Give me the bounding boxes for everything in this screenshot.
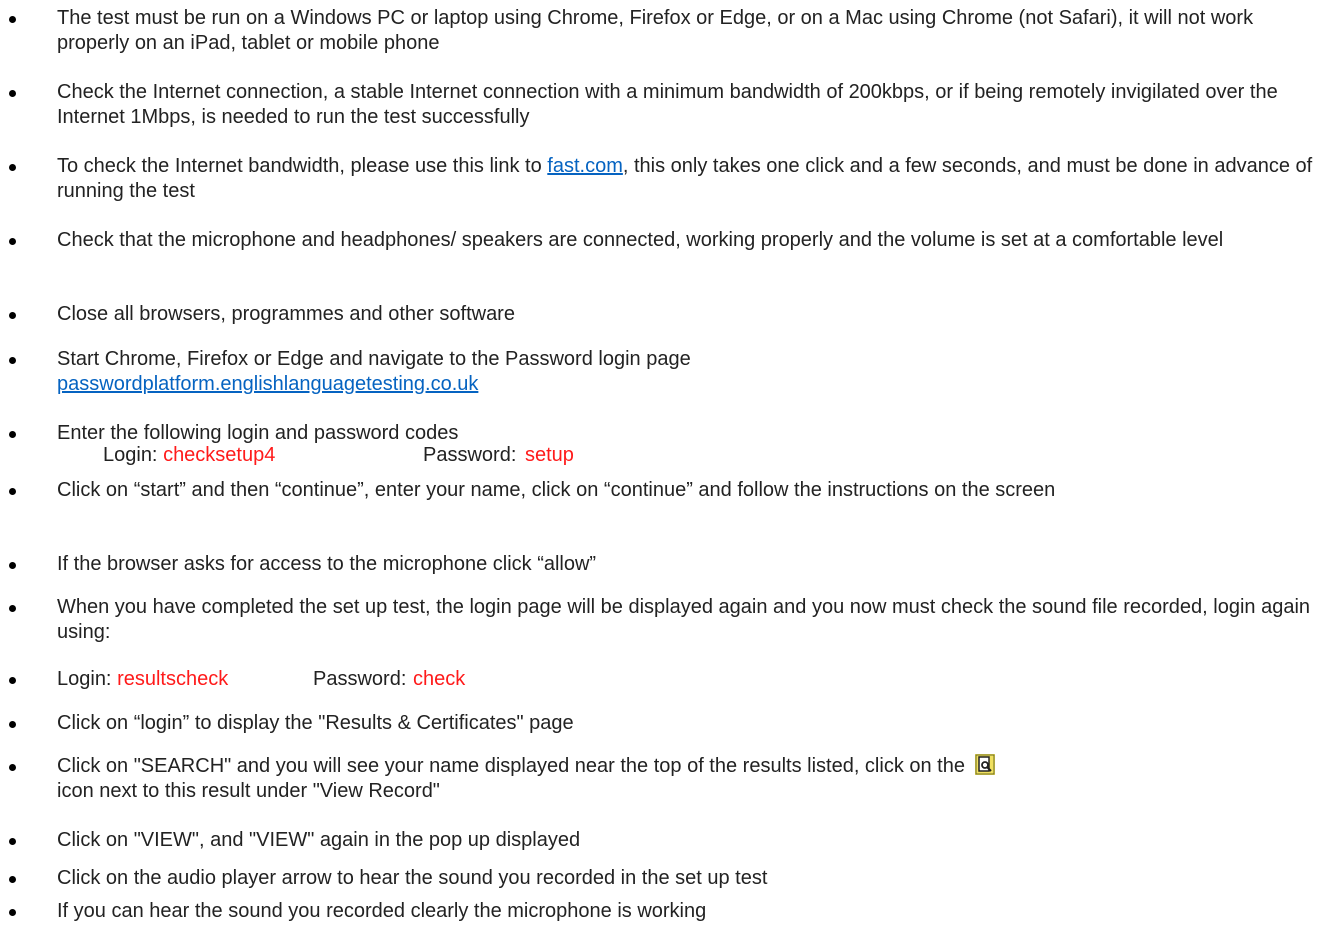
password-label: Password: bbox=[313, 668, 407, 690]
item-text-before: Click on "SEARCH" and you will see your … bbox=[57, 755, 965, 777]
item-text: To check the Internet bandwidth, please … bbox=[57, 154, 1314, 204]
item-text: Click on "SEARCH" and you will see your … bbox=[57, 754, 1314, 804]
bullet bbox=[9, 431, 16, 438]
bullet bbox=[9, 164, 16, 171]
item-text: Close all browsers, programmes and other… bbox=[57, 303, 515, 325]
item-text: Click on “start” and then “continue”, en… bbox=[57, 479, 1056, 501]
item-text: Start Chrome, Firefox or Edge and naviga… bbox=[57, 347, 1314, 397]
bullet bbox=[9, 909, 16, 916]
item-text: If the browser asks for access to the mi… bbox=[57, 553, 597, 575]
bullet bbox=[9, 357, 16, 364]
item-text: If you can hear the sound you recorded c… bbox=[57, 900, 707, 922]
login-value: resultscheck bbox=[117, 668, 229, 690]
bullet bbox=[9, 764, 16, 771]
item-text: Check that the microphone and headphones… bbox=[57, 229, 1224, 251]
login-label: Login: bbox=[103, 444, 164, 466]
bullet bbox=[9, 562, 16, 569]
fast-com-link[interactable]: fast.com bbox=[547, 155, 623, 177]
item-text-before: To check the Internet bandwidth, please … bbox=[57, 155, 548, 177]
view-record-icon bbox=[974, 754, 995, 775]
item-text: Check the Internet connection, a stable … bbox=[57, 81, 1278, 128]
item-text: Click on "VIEW", and "VIEW" again in the… bbox=[57, 829, 581, 851]
item-text: When you have completed the set up test,… bbox=[57, 596, 1311, 643]
bullet bbox=[9, 238, 16, 245]
password-value: setup bbox=[525, 444, 574, 466]
login-label: Login: bbox=[57, 668, 118, 690]
item-text: Click on “login” to display the "Results… bbox=[57, 712, 574, 734]
bullet bbox=[9, 90, 16, 97]
setup-credentials: Login: checksetup4 Password: setup bbox=[103, 443, 574, 468]
bullet bbox=[9, 16, 16, 23]
item-text: Login: resultscheck Password: check bbox=[57, 667, 1314, 692]
password-platform-link[interactable]: passwordplatform.englishlanguagetesting.… bbox=[57, 373, 478, 395]
bullet bbox=[9, 838, 16, 845]
bullet bbox=[9, 312, 16, 319]
bullet bbox=[9, 605, 16, 612]
password-value: check bbox=[413, 668, 466, 690]
bullet bbox=[9, 876, 16, 883]
item-text-after: icon next to this result under "View Rec… bbox=[57, 780, 440, 802]
login-value: checksetup4 bbox=[163, 444, 276, 466]
item-text: The test must be run on a Windows PC or … bbox=[57, 7, 1254, 54]
bullet bbox=[9, 488, 16, 495]
password-label: Password: bbox=[423, 444, 517, 466]
bullet bbox=[9, 721, 16, 728]
item-text: Click on the audio player arrow to hear … bbox=[57, 867, 768, 889]
bullet bbox=[9, 677, 16, 684]
item-text-line: Start Chrome, Firefox or Edge and naviga… bbox=[57, 348, 691, 370]
